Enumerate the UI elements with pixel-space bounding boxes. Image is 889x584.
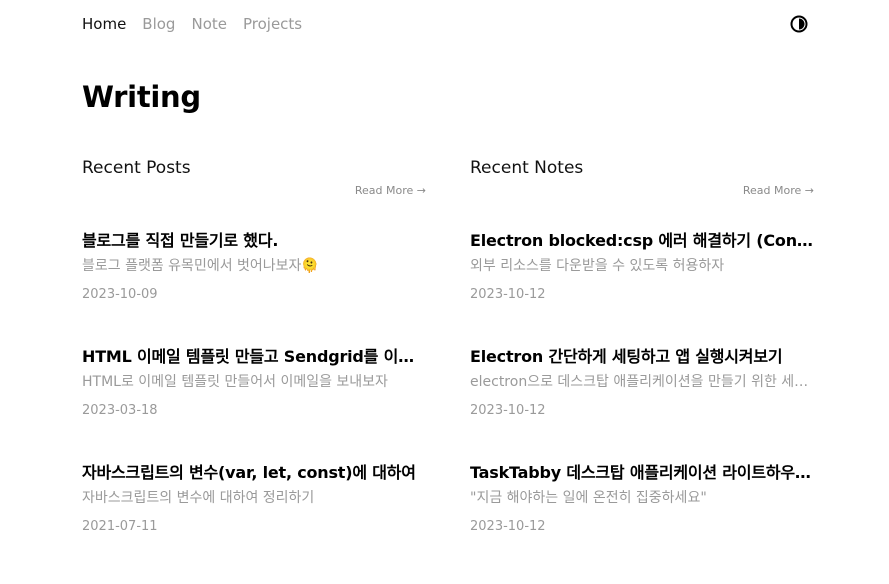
recent-notes-section: Recent Notes Read More → Electron blocke… (470, 158, 820, 534)
recent-posts-title: Recent Posts (82, 158, 191, 178)
post-item[interactable]: 블로그를 직접 만들기로 했다. 블로그 플랫폼 유목민에서 벗어나보자🫠 20… (82, 230, 428, 346)
post-date: 2023-03-18 (82, 403, 158, 418)
top-nav: Home Blog Note Projects (82, 12, 302, 36)
post-description: 블로그 플랫폼 유목민에서 벗어나보자🫠 (82, 258, 319, 274)
nav-home-link[interactable]: Home (82, 15, 126, 33)
note-title: Electron blocked:csp 에러 해결하기 (Content Se… (470, 231, 820, 250)
notes-read-more-link[interactable]: Read More → (743, 184, 814, 197)
post-item[interactable]: HTML 이메일 템플릿 만들고 Sendgrid를 이용해서 보내기 HTML… (82, 346, 428, 462)
note-date: 2023-10-12 (470, 519, 546, 534)
notes-list: Electron blocked:csp 에러 해결하기 (Content Se… (470, 230, 820, 578)
half-circle-contrast-icon (790, 15, 808, 33)
post-description: HTML로 이메일 템플릿 만들어서 이메일을 보내보자 (82, 374, 388, 390)
nav-note-link[interactable]: Note (191, 15, 227, 33)
note-title: TaskTabby 데스크탑 애플리케이션 라이트하우스 개발기 (470, 463, 820, 482)
post-date: 2021-07-11 (82, 519, 158, 534)
theme-toggle-button[interactable] (790, 15, 808, 33)
note-item[interactable]: Electron blocked:csp 에러 해결하기 (Content Se… (470, 230, 820, 346)
note-item[interactable]: Electron 간단하게 세팅하고 앱 실행시켜보기 electron으로 데… (470, 346, 820, 462)
post-item[interactable]: 자바스크립트의 변수(var, let, const)에 대하여 자바스크립트의… (82, 462, 428, 578)
page-title: Writing (82, 80, 201, 114)
note-title: Electron 간단하게 세팅하고 앱 실행시켜보기 (470, 347, 783, 366)
note-date: 2023-10-12 (470, 287, 546, 302)
post-title: 블로그를 직접 만들기로 했다. (82, 231, 279, 250)
nav-blog-link[interactable]: Blog (142, 15, 175, 33)
note-item[interactable]: TaskTabby 데스크탑 애플리케이션 라이트하우스 개발기 "지금 해야하… (470, 462, 820, 578)
posts-list: 블로그를 직접 만들기로 했다. 블로그 플랫폼 유목민에서 벗어나보자🫠 20… (82, 230, 428, 578)
post-title: HTML 이메일 템플릿 만들고 Sendgrid를 이용해서 보내기 (82, 347, 428, 366)
post-title: 자바스크립트의 변수(var, let, const)에 대하여 (82, 463, 416, 482)
post-description: 자바스크립트의 변수에 대하여 정리하기 (82, 490, 315, 506)
note-description: 외부 리소스를 다운받을 수 있도록 허용하자 (470, 258, 725, 274)
recent-notes-title: Recent Notes (470, 158, 584, 178)
note-date: 2023-10-12 (470, 403, 546, 418)
note-description: "지금 해야하는 일에 온전히 집중하세요" (470, 490, 707, 506)
recent-posts-section: Recent Posts Read More → 블로그를 직접 만들기로 했다… (82, 158, 428, 534)
nav-projects-link[interactable]: Projects (243, 15, 302, 33)
posts-read-more-link[interactable]: Read More → (355, 184, 426, 197)
note-description: electron으로 데스크탑 애플리케이션을 만들기 위한 세팅하기 (470, 374, 820, 390)
post-date: 2023-10-09 (82, 287, 158, 302)
page: Home Blog Note Projects Writing Recent P… (0, 0, 889, 584)
